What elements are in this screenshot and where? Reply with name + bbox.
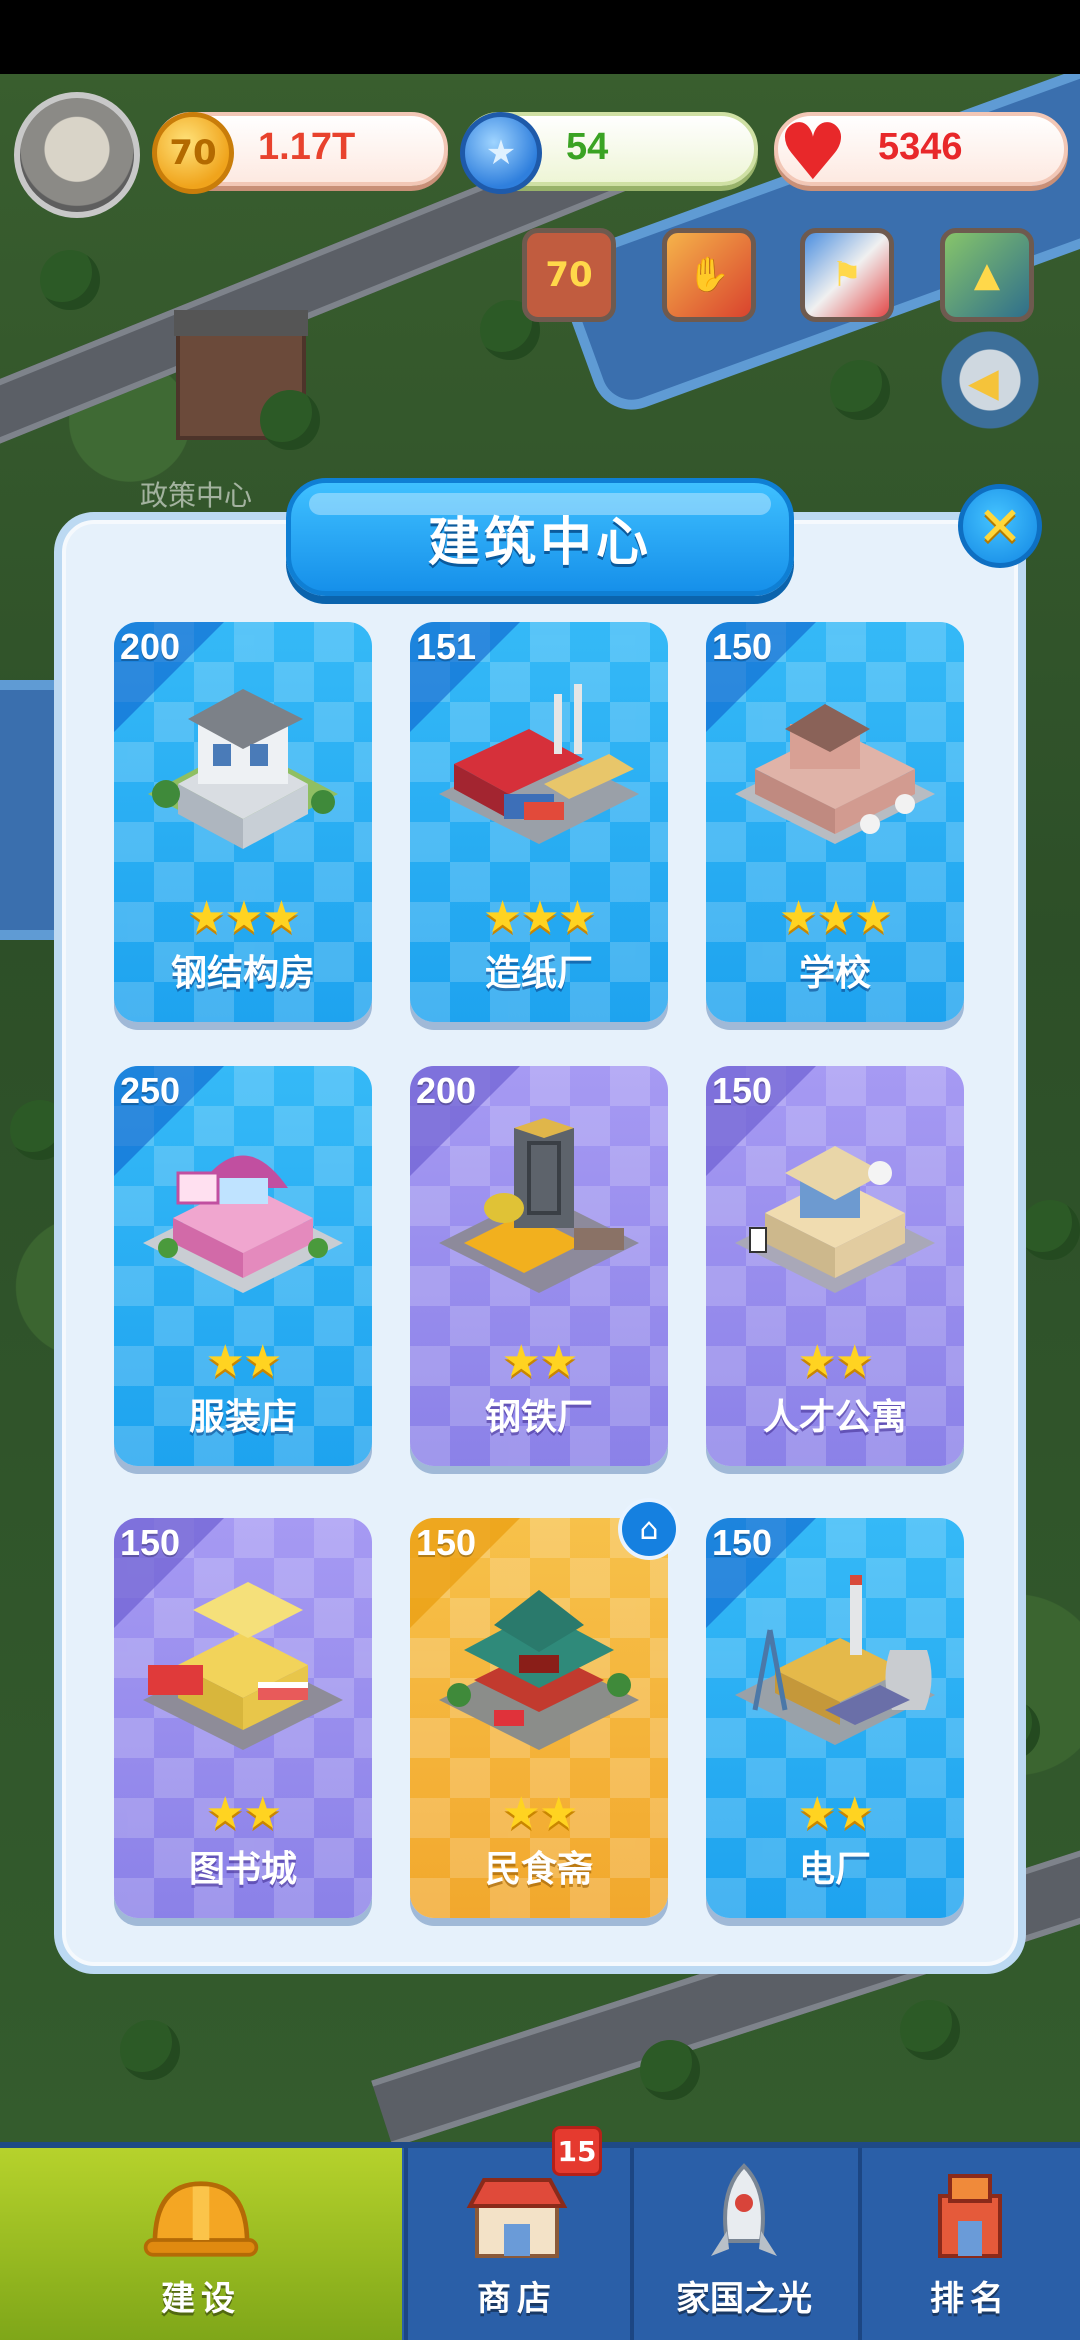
home-icon: ⌂ xyxy=(618,1498,680,1560)
dialog-title: 建筑中心 xyxy=(427,512,652,573)
nav-build-label: 建设 xyxy=(161,2279,241,2319)
building-name: 学校 xyxy=(798,953,871,994)
policy-center-label: 政策中心 xyxy=(140,479,253,512)
building-card-minshi-zhai[interactable]: 150 ★★ 民食斋 xyxy=(410,1518,668,1918)
nav-shop[interactable]: 商店 xyxy=(406,2148,628,2340)
nav-home-light-label: 家国之光 xyxy=(676,2279,812,2319)
building-name: 钢铁厂 xyxy=(484,1397,593,1438)
star-rating: ★★ xyxy=(205,1788,283,1839)
nav-build[interactable]: 建设 xyxy=(0,2148,402,2340)
power-plant-image xyxy=(735,1575,935,1745)
star-rating: ★★ xyxy=(797,1336,875,1387)
coin-icon: 70 xyxy=(152,112,234,194)
building-count: 150 xyxy=(712,1522,773,1563)
nav-shop-label: 商店 xyxy=(477,2279,557,2319)
announcement-button[interactable]: ◀ xyxy=(940,330,1040,430)
close-icon: ✕ xyxy=(977,494,1023,558)
anniversary-event-button[interactable]: 70 xyxy=(522,228,616,322)
anniversary-label: 70 xyxy=(545,255,593,295)
close-button[interactable]: ✕ xyxy=(958,484,1042,568)
building-name: 电厂 xyxy=(798,1849,871,1890)
steel-mill-image xyxy=(439,1118,639,1293)
talent-apartment-image xyxy=(735,1146,935,1293)
star-rating: ★★ xyxy=(797,1788,875,1839)
ranking-icon xyxy=(910,2161,1030,2271)
building-count: 150 xyxy=(416,1522,477,1563)
building-card-steel-mill[interactable]: 200 ★★ 钢铁厂 xyxy=(410,1066,668,1466)
heart-value: 5346 xyxy=(878,126,963,168)
building-card-steel-house[interactable]: 200 ★★★ 钢结构房 xyxy=(114,622,372,1022)
coin-icon-label: 70 xyxy=(169,133,217,173)
star-rating: ★★★ xyxy=(778,892,893,943)
building-name: 钢结构房 xyxy=(170,953,315,994)
star-rating: ★★★ xyxy=(186,892,301,943)
building-count: 200 xyxy=(120,626,181,667)
clothing-store-image xyxy=(143,1155,343,1293)
nav-rank-label: 排名 xyxy=(930,2279,1010,2319)
handshake-event-button[interactable]: ✋ xyxy=(662,228,756,322)
status-bar xyxy=(0,0,1080,74)
star-gem-icon: ★ xyxy=(460,112,542,194)
coin-counter[interactable]: 70 1.17T xyxy=(152,112,448,194)
building-card-book-city[interactable]: 150 ★★ 图书城 xyxy=(114,1518,372,1918)
heart-icon: ♥ xyxy=(778,108,848,198)
star-rating: ★★ xyxy=(501,1336,579,1387)
hard-hat-icon xyxy=(141,2161,261,2271)
building-card-paper-mill[interactable]: 151 ★★★ 造纸厂 xyxy=(410,622,668,1022)
heart-counter[interactable]: ♥ 5346 xyxy=(774,112,1068,192)
gem-value: 54 xyxy=(566,126,609,168)
gem-counter[interactable]: ★ 54 xyxy=(460,112,758,194)
building-card-talent-apartment[interactable]: 150 ★★ 人才公寓 xyxy=(706,1066,964,1466)
shop-notification-badge: 15 xyxy=(552,2126,602,2176)
minshi-zhai-image xyxy=(439,1590,639,1750)
book-city-image xyxy=(143,1582,343,1750)
player-avatar[interactable] xyxy=(14,92,140,218)
paper-mill-image xyxy=(439,684,639,844)
school-image xyxy=(735,704,935,844)
megaphone-icon: ◀ xyxy=(968,360,999,406)
star-rating: ★★ xyxy=(501,1788,579,1839)
building-name: 民食斋 xyxy=(484,1849,593,1890)
bridge-event-button[interactable]: ⚑ xyxy=(800,228,894,322)
building-card-power-plant[interactable]: 150 ★★ 电厂 xyxy=(706,1518,964,1918)
rocket-icon xyxy=(684,2161,804,2271)
star-rating: ★★ xyxy=(205,1336,283,1387)
building-count: 150 xyxy=(712,626,773,667)
building-name: 人才公寓 xyxy=(762,1397,907,1438)
bridge-icon: ⚑ xyxy=(831,255,863,295)
building-count: 200 xyxy=(416,1070,477,1111)
landscape-icon: ▲ xyxy=(973,255,1001,295)
building-name: 服装店 xyxy=(188,1397,297,1438)
building-count: 250 xyxy=(120,1070,181,1111)
nav-home-light[interactable]: 家国之光 xyxy=(632,2148,856,2340)
building-card-clothing-store[interactable]: 250 ★★ 服装店 xyxy=(114,1066,372,1466)
steel-house-image xyxy=(148,689,338,849)
coin-value: 1.17T xyxy=(258,126,356,168)
building-count: 151 xyxy=(416,626,477,667)
star-rating: ★★★ xyxy=(482,892,597,943)
building-name: 造纸厂 xyxy=(484,953,593,994)
building-card-school[interactable]: 150 ★★★ 学校 xyxy=(706,622,964,1022)
building-count: 150 xyxy=(712,1070,773,1111)
shop-icon xyxy=(457,2161,577,2271)
landscape-event-button[interactable]: ▲ xyxy=(940,228,1034,322)
handshake-icon: ✋ xyxy=(687,255,731,295)
building-count: 150 xyxy=(120,1522,181,1563)
dialog-title-banner: 建筑中心 xyxy=(286,478,794,596)
building-name: 图书城 xyxy=(188,1849,297,1890)
nav-rank[interactable]: 排名 xyxy=(860,2148,1080,2340)
